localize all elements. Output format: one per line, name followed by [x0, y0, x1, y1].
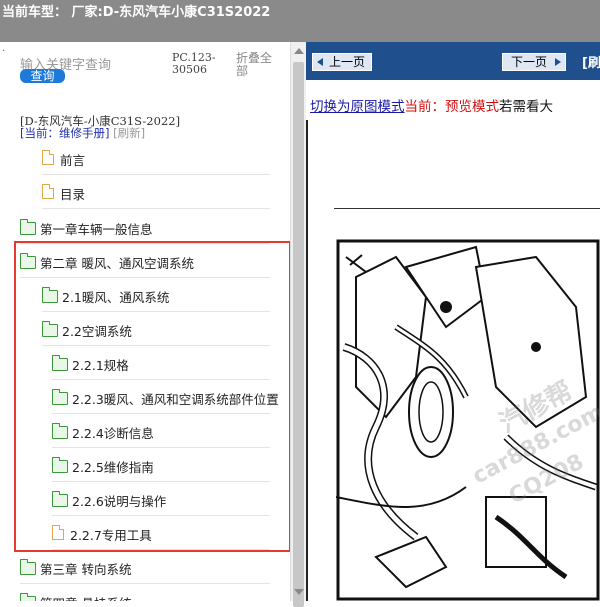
scroll-up-icon[interactable]	[294, 48, 304, 54]
tree-item-label: 2.2.7专用工具	[70, 528, 152, 543]
mode-line: 切换为原图模式当前：预览模式若需看大	[310, 95, 553, 115]
sidebar: · 输入关键字查询 查询 PC.123-30506 折叠全部 [D-东风汽车-小…	[0, 42, 290, 601]
folder-icon	[42, 287, 58, 303]
fold-all-button[interactable]: 折叠全部	[236, 52, 276, 78]
tree-item[interactable]: 第四章 悬挂系统	[0, 584, 290, 601]
sidebar-scrollbar[interactable]	[290, 42, 307, 607]
enlarge-note: 若需看大	[499, 99, 553, 115]
current-manual: [当前：维修手册] [刷新]	[20, 125, 145, 141]
part-code: PC.123-30506	[172, 51, 216, 76]
tree-item-label: 目录	[60, 187, 86, 202]
prev-page-label: 上一页	[329, 55, 366, 69]
prev-arrow-icon	[317, 58, 323, 66]
folder-open-icon	[42, 321, 58, 337]
current-mode-label: 当前：预览模式	[404, 99, 500, 115]
tree-item-label: 2.2.1规格	[72, 358, 129, 373]
folder-icon	[52, 491, 68, 507]
folder-icon	[20, 593, 36, 601]
folder-icon	[52, 355, 68, 371]
tree-item[interactable]: 目录	[0, 175, 290, 209]
file-icon	[52, 525, 64, 540]
refresh-nav-link[interactable]: [刷	[582, 52, 600, 71]
viewer-pane: 上一页 下一页 [刷 切换为原图模式当前：预览模式若需看大 汽修帮 car888	[306, 42, 600, 601]
tree-item-label: 第四章 悬挂系统	[40, 593, 131, 601]
tree-item[interactable]: 2.2.4诊断信息	[0, 414, 290, 448]
scroll-thumb[interactable]	[293, 62, 304, 607]
viewer-nav: 上一页 下一页 [刷	[306, 42, 600, 83]
prev-page-button[interactable]: 上一页	[312, 53, 373, 71]
tree-item[interactable]: 2.2空调系统	[0, 312, 290, 346]
tree-item[interactable]: 2.2.7专用工具	[0, 516, 290, 550]
tree-item-label: 2.1暖风、通风系统	[62, 290, 170, 305]
page-border	[306, 120, 308, 601]
tree-item[interactable]: 2.1暖风、通风系统	[0, 278, 290, 312]
current-label: [当前：维修手册]	[20, 126, 110, 140]
next-page-button[interactable]: 下一页	[502, 53, 567, 71]
folder-open-icon	[20, 253, 36, 269]
current-model-title: 当前车型： 厂家:D-东风汽车小康C31S2022	[2, 5, 271, 20]
tree-item-label: 2.2.3暖风、通风和空调系统部件位置	[72, 392, 279, 407]
switch-original-link[interactable]: 切换为原图模式	[310, 99, 405, 115]
tree-item[interactable]: 2.2.5维修指南	[0, 448, 290, 482]
refresh-link[interactable]: [刷新]	[113, 126, 145, 140]
tree-item-label: 前言	[60, 153, 86, 168]
tree-item[interactable]: 2.2.1规格	[0, 346, 290, 380]
menu-dot: ·	[2, 46, 6, 57]
tree-item-label: 第一章车辆一般信息	[40, 222, 153, 237]
row-divider	[42, 208, 270, 209]
next-arrow-icon	[555, 58, 562, 66]
tree-item-label: 2.2空调系统	[62, 324, 132, 339]
file-icon	[42, 184, 54, 199]
query-button[interactable]: 查询	[20, 69, 65, 83]
tree-item-label: 第二章 暖风、通风空调系统	[40, 256, 194, 271]
top-bar: 当前车型： 厂家:D-东风汽车小康C31S2022	[0, 0, 600, 42]
tree-item-label: 2.2.4诊断信息	[72, 426, 154, 441]
tree-item-label: 2.2.5维修指南	[72, 460, 154, 475]
next-page-label: 下一页	[511, 55, 548, 69]
tree-item[interactable]: 前言	[0, 141, 290, 175]
folder-icon	[52, 457, 68, 473]
tree-item[interactable]: 第二章 暖风、通风空调系统	[0, 244, 290, 278]
file-icon	[42, 150, 54, 165]
folder-icon	[52, 423, 68, 439]
folder-icon	[52, 389, 68, 405]
folder-icon	[20, 219, 36, 235]
tree-item-label: 第三章 转向系统	[40, 562, 132, 577]
folder-icon	[20, 559, 36, 575]
tree-item[interactable]: 第一章车辆一般信息	[0, 210, 290, 244]
tree-item-label: 2.2.6说明与操作	[72, 494, 167, 509]
tree-item[interactable]: 2.2.6说明与操作	[0, 482, 290, 516]
page-rule	[334, 208, 600, 209]
scroll-down-icon[interactable]	[294, 589, 304, 595]
tree-item[interactable]: 第三章 转向系统	[0, 550, 290, 584]
tree-item[interactable]: 2.2.3暖风、通风和空调系统部件位置	[0, 380, 290, 414]
